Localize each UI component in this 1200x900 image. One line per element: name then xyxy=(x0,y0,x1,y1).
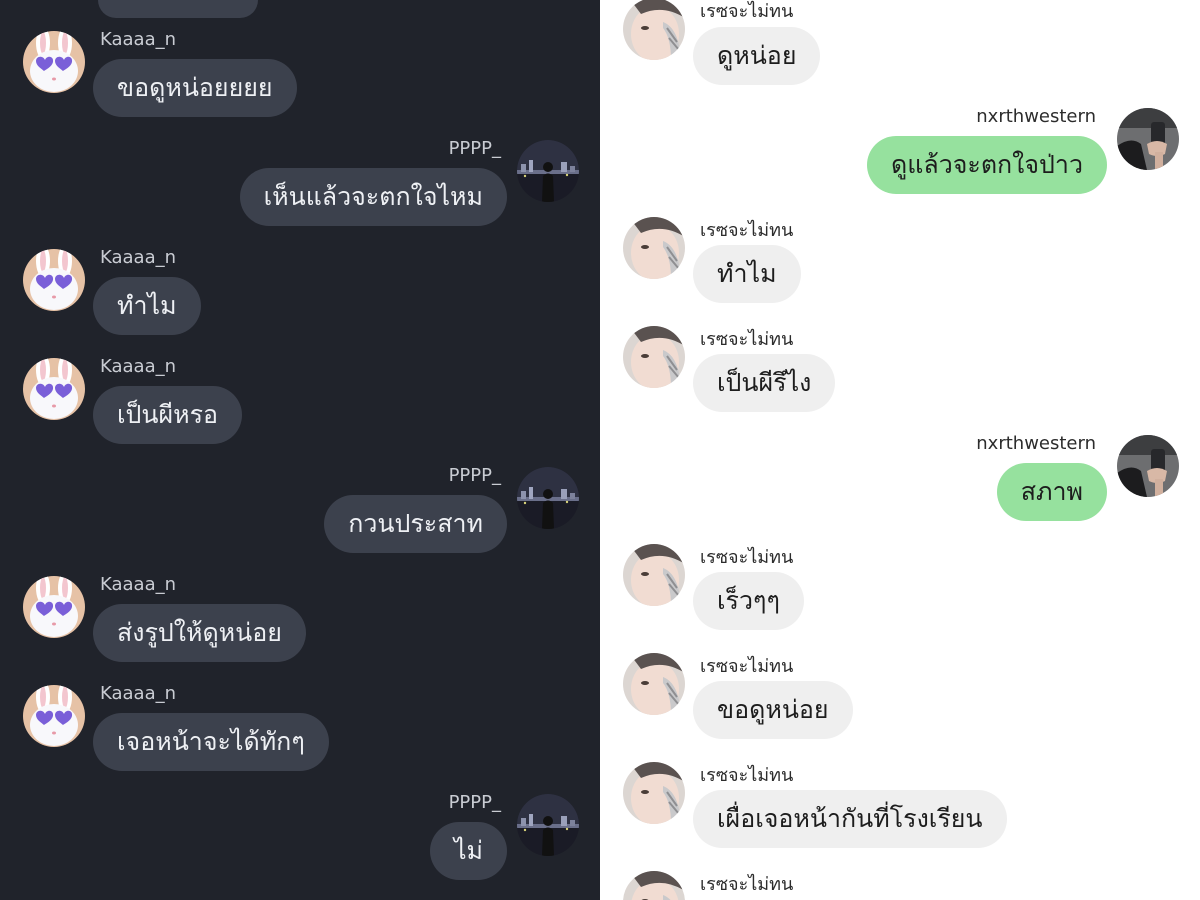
sender-name: เรซจะไม่ทน xyxy=(700,547,794,568)
sender-name: nxrthwestern xyxy=(976,106,1096,127)
bunny-avatar-art xyxy=(23,31,85,93)
message-bubble[interactable]: ดูแล้วจะตกใจป่าว xyxy=(867,136,1107,194)
bunny-avatar-icon[interactable] xyxy=(23,249,85,311)
sender-name: Kaaaa_n xyxy=(100,574,177,595)
message-bubble[interactable]: เร็วๆๆ xyxy=(693,572,804,630)
sender-name: Kaaaa_n xyxy=(100,683,177,704)
bunny-avatar-art xyxy=(23,576,85,638)
bunny-avatar-icon[interactable] xyxy=(23,576,85,638)
face-avatar-icon[interactable] xyxy=(623,217,685,279)
face-avatar-art xyxy=(623,326,685,388)
face-avatar-art xyxy=(623,871,685,900)
message-bubble[interactable]: ทำไม xyxy=(93,277,201,335)
face-avatar-art xyxy=(623,762,685,824)
left-chat-panel: Kaaaa_n ขอดูหน่อยยยย PPPP_ เห็นแล้วจะตกใ… xyxy=(0,0,600,900)
face-avatar-icon[interactable] xyxy=(623,653,685,715)
message-bubble[interactable]: เผื่อเจอหน้ากันที่โรงเรียน xyxy=(693,790,1007,848)
message-bubble[interactable]: เป็นผีรึไง xyxy=(693,354,836,412)
sender-name: เรซจะไม่ทน xyxy=(700,765,794,786)
sender-name: PPPP_ xyxy=(448,138,501,159)
message-bubble[interactable]: ทำไม xyxy=(693,245,801,303)
sender-name: เรซจะไม่ทน xyxy=(700,1,794,22)
sender-name: เรซจะไม่ทน xyxy=(700,329,794,350)
sender-name: Kaaaa_n xyxy=(100,29,177,50)
face-avatar-art xyxy=(623,544,685,606)
cityscape-avatar-icon[interactable] xyxy=(517,140,579,202)
message-bubble[interactable]: ขอดูหน่อย xyxy=(693,681,853,739)
message-bubble-partial[interactable] xyxy=(98,0,258,18)
message-bubble[interactable]: ส่งรูปให้ดูหน่อย xyxy=(93,604,306,662)
sender-name: เรซจะไม่ทน xyxy=(700,220,794,241)
face-avatar-art xyxy=(623,0,685,60)
message-bubble[interactable]: กวนประสาท xyxy=(324,495,507,553)
sender-name: Kaaaa_n xyxy=(100,247,177,268)
sender-name: เรซจะไม่ทน xyxy=(700,656,794,677)
bunny-avatar-art xyxy=(23,249,85,311)
face-avatar-icon[interactable] xyxy=(623,326,685,388)
sender-name: nxrthwestern xyxy=(976,433,1096,454)
bunny-avatar-art xyxy=(23,685,85,747)
message-bubble[interactable]: ดูหน่อย xyxy=(693,27,821,85)
message-bubble[interactable]: เป็นผีหรอ xyxy=(93,386,243,444)
sender-name: PPPP_ xyxy=(448,792,501,813)
cityscape-avatar-art xyxy=(517,140,579,202)
face-avatar-art xyxy=(623,653,685,715)
mirror-selfie-avatar-icon[interactable] xyxy=(1117,435,1179,497)
cityscape-avatar-art xyxy=(517,794,579,856)
cityscape-avatar-art xyxy=(517,467,579,529)
cityscape-avatar-icon[interactable] xyxy=(517,467,579,529)
bunny-avatar-icon[interactable] xyxy=(23,358,85,420)
message-bubble[interactable]: ขอดูหน่อยยยย xyxy=(93,59,297,117)
cityscape-avatar-icon[interactable] xyxy=(517,794,579,856)
face-avatar-icon[interactable] xyxy=(623,871,685,900)
message-bubble[interactable]: สภาพ xyxy=(996,463,1107,521)
message-bubble[interactable]: เจอหน้าจะได้ทักๆ xyxy=(93,713,329,771)
sender-name: Kaaaa_n xyxy=(100,356,177,377)
right-chat-panel: เรซจะไม่ทน ดูหน่อย nxrthwestern ดูแล้วจะ… xyxy=(600,0,1200,900)
mirror-selfie-avatar-art xyxy=(1117,435,1179,497)
message-bubble[interactable]: ไม่ xyxy=(429,822,507,880)
bunny-avatar-icon[interactable] xyxy=(23,685,85,747)
face-avatar-art xyxy=(623,217,685,279)
bunny-avatar-icon[interactable] xyxy=(23,31,85,93)
bunny-avatar-art xyxy=(23,358,85,420)
message-bubble[interactable]: เห็นแล้วจะตกใจไหม xyxy=(239,168,507,226)
sender-name: PPPP_ xyxy=(448,465,501,486)
mirror-selfie-avatar-icon[interactable] xyxy=(1117,108,1179,170)
mirror-selfie-avatar-art xyxy=(1117,108,1179,170)
face-avatar-icon[interactable] xyxy=(623,544,685,606)
sender-name: เรซจะไม่ทน xyxy=(700,874,794,895)
face-avatar-icon[interactable] xyxy=(623,762,685,824)
face-avatar-icon[interactable] xyxy=(623,0,685,60)
